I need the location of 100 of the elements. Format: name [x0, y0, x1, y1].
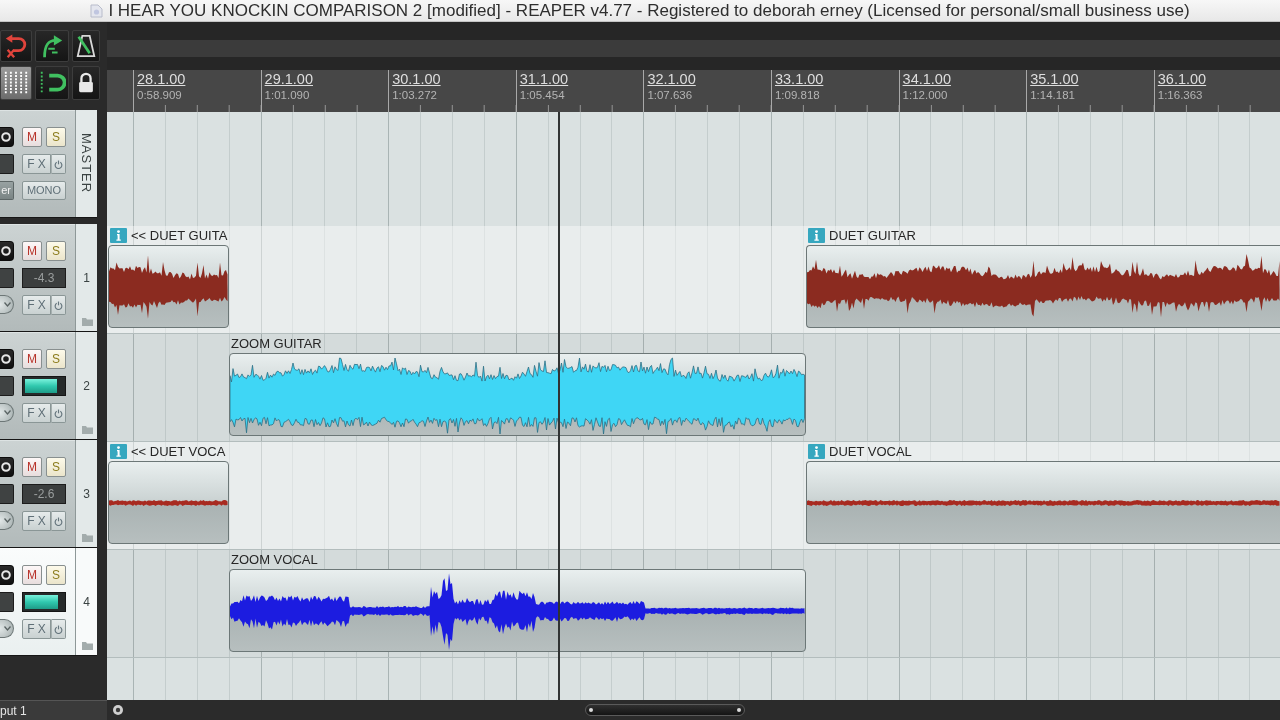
time-label: 1:09.818 — [774, 88, 820, 102]
track-name-field[interactable] — [0, 268, 14, 288]
fx-bypass-button[interactable] — [51, 295, 66, 315]
track-number: 3 — [83, 486, 90, 501]
document-icon — [90, 3, 104, 18]
item-label: ZOOM VOCAL — [231, 552, 318, 567]
track-name-field[interactable] — [0, 376, 14, 396]
bar-label: 35.1.00 — [1030, 71, 1079, 88]
record-arm-button[interactable] — [0, 349, 14, 369]
toolbar-button[interactable] — [0, 66, 32, 100]
folder-icon — [82, 534, 93, 542]
dropdown-button[interactable] — [0, 511, 14, 530]
fx-button[interactable]: FX — [22, 511, 51, 531]
track-number: 1 — [83, 270, 90, 285]
toolbar-button[interactable] — [72, 30, 100, 62]
fx-bypass-button[interactable] — [51, 403, 66, 423]
power-icon — [54, 159, 63, 169]
time-label: 1:01.090 — [264, 88, 310, 102]
toolbar-button[interactable] — [35, 30, 69, 62]
mute-button[interactable]: M — [22, 127, 42, 147]
fx-bypass-button[interactable] — [51, 154, 66, 174]
metronome-icon — [75, 33, 97, 59]
media-item[interactable] — [806, 461, 1280, 544]
fx-button[interactable]: FX — [22, 619, 51, 639]
time-label: 1:14.181 — [1030, 88, 1075, 102]
toolbar-button[interactable] — [35, 66, 69, 100]
track-name-field[interactable] — [0, 484, 14, 504]
mute-button[interactable]: M — [22, 565, 42, 585]
info-icon[interactable] — [110, 228, 127, 243]
dropdown-button[interactable] — [0, 619, 14, 638]
solo-button[interactable]: S — [46, 241, 66, 261]
folder-icon — [82, 642, 93, 650]
master-label: MASTER — [79, 133, 94, 194]
media-item[interactable] — [108, 245, 229, 328]
solo-button[interactable]: S — [46, 127, 66, 147]
window-title: I HEAR YOU KNOCKIN COMPARISON 2 [modified] - REAPER v4.77 - Registered to deborah erney (Licensed for personal/small business use) — [108, 0, 1190, 21]
time-label: 1:03.272 — [392, 88, 437, 102]
ring-icon — [1, 570, 11, 580]
item-label: << DUET VOCA — [131, 444, 226, 459]
mute-button[interactable]: M — [22, 241, 42, 261]
media-item[interactable] — [806, 245, 1280, 328]
fx-bypass-button[interactable] — [51, 511, 66, 531]
dropdown-button[interactable] — [0, 403, 14, 422]
info-icon[interactable] — [110, 444, 127, 459]
input-label: put 1 — [0, 702, 27, 719]
scrollbar-thumb[interactable] — [585, 704, 745, 716]
toolbar-button[interactable] — [72, 66, 100, 100]
bar-label: 34.1.00 — [902, 71, 951, 88]
ring-icon — [112, 704, 124, 716]
power-icon — [54, 300, 63, 310]
time-label: 1:16.363 — [1157, 88, 1203, 102]
mono-button[interactable]: MONO — [22, 181, 66, 200]
folder-icon — [82, 426, 93, 434]
side-button[interactable]: er — [0, 181, 14, 200]
chevron-down-icon — [4, 302, 11, 307]
record-arm-button[interactable] — [0, 457, 14, 477]
time-label: 0:58.909 — [137, 88, 182, 102]
item-label: << DUET GUITA — [131, 228, 228, 243]
bar-label: 30.1.00 — [392, 71, 441, 88]
loop-arrow-icon — [3, 33, 29, 59]
track-name-field[interactable] — [0, 154, 14, 174]
mute-button[interactable]: M — [22, 457, 42, 477]
item-label: DUET GUITAR — [829, 228, 916, 243]
power-icon — [54, 516, 63, 526]
bar-label: 36.1.00 — [1157, 71, 1207, 88]
info-icon[interactable] — [808, 444, 825, 459]
bar-label: 29.1.00 — [264, 71, 313, 88]
item-label: DUET VOCAL — [829, 444, 912, 459]
folder-icon — [82, 318, 93, 326]
media-item[interactable] — [108, 461, 229, 544]
record-arm-button[interactable] — [0, 127, 14, 147]
ring-icon — [1, 462, 11, 472]
fx-button[interactable]: FX — [22, 154, 51, 174]
bar-label: 32.1.00 — [647, 71, 696, 88]
time-label: 1:05.454 — [519, 88, 565, 102]
info-icon[interactable] — [808, 228, 825, 243]
fx-button[interactable]: FX — [22, 403, 51, 423]
power-icon — [54, 624, 63, 634]
dropdown-button[interactable] — [0, 295, 14, 314]
record-arm-button[interactable] — [0, 565, 14, 585]
chevron-down-icon — [4, 518, 11, 523]
solo-button[interactable]: S — [46, 349, 66, 369]
fx-bypass-button[interactable] — [51, 619, 66, 639]
chevron-down-icon — [4, 410, 11, 415]
volume-readout: -4.3 — [22, 268, 66, 288]
bar-label: 33.1.00 — [774, 71, 824, 88]
bar-label: 31.1.00 — [519, 71, 569, 88]
solo-button[interactable]: S — [46, 457, 66, 477]
solo-button[interactable]: S — [46, 565, 66, 585]
item-label: ZOOM GUITAR — [231, 336, 322, 351]
time-label: 1:12.000 — [902, 88, 948, 102]
mute-button[interactable]: M — [22, 349, 42, 369]
volume-readout: -2.6 — [22, 484, 66, 504]
chevron-down-icon — [4, 626, 11, 631]
record-arm-button[interactable] — [0, 241, 14, 261]
fx-button[interactable]: FX — [22, 295, 51, 315]
track-number: 2 — [83, 378, 90, 393]
track-name-field[interactable] — [0, 592, 14, 612]
track-number: 4 — [83, 594, 90, 609]
time-label: 1:07.636 — [647, 88, 693, 102]
